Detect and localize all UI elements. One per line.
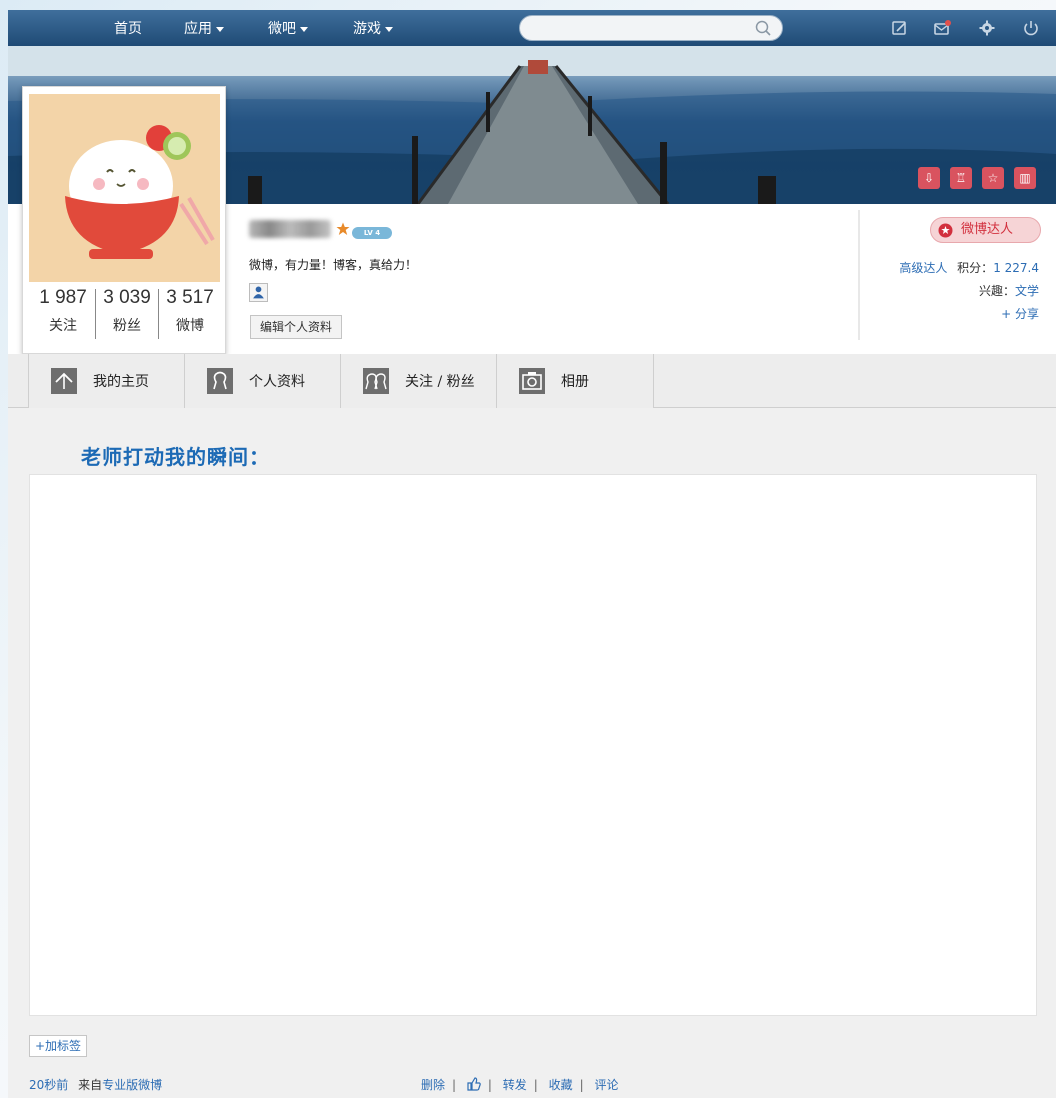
rank-link[interactable]: 高级达人	[899, 261, 947, 275]
tab-profile[interactable]: 个人资料	[184, 354, 340, 408]
search-box	[519, 15, 783, 41]
award-icon	[938, 223, 953, 238]
chevron-down-icon	[385, 26, 393, 32]
post-content-box	[29, 474, 1037, 1016]
post-meta: 20秒前 来自专业版微博	[29, 1076, 162, 1093]
settings-icon[interactable]	[978, 19, 996, 37]
chevron-down-icon	[300, 26, 308, 32]
divider: |	[579, 1078, 584, 1092]
star-icon	[336, 222, 350, 235]
download-icon[interactable]: ⇩	[918, 167, 940, 189]
divider	[858, 210, 860, 340]
add-tag-button[interactable]: +加标签	[29, 1035, 88, 1057]
follow-icon	[363, 368, 389, 394]
bio-text: 微博，有力量！博客，真给力！	[249, 258, 418, 272]
username[interactable]	[249, 220, 331, 238]
nav-item-label: 应用	[184, 21, 212, 37]
points-label: 积分：	[957, 261, 994, 275]
avatar-card: 1 987 3 039 3 517 关注 粉丝 微博	[22, 86, 226, 354]
comment-link[interactable]: 评论	[595, 1078, 619, 1092]
stat-posts-count[interactable]: 3 517	[159, 287, 221, 309]
level-badge: LV 4	[352, 227, 392, 239]
divider: |	[452, 1078, 457, 1092]
tab-follow-fans[interactable]: 关注 / 粉丝	[340, 354, 496, 408]
home-icon	[51, 368, 77, 394]
share-link[interactable]: + 分享	[1001, 305, 1039, 322]
messages-icon[interactable]	[934, 19, 952, 37]
stat-followers-label[interactable]: 粉丝	[96, 315, 158, 335]
delete-link[interactable]: 删除	[421, 1078, 445, 1092]
nav-item-label: 首页	[114, 21, 142, 37]
profile-icon	[207, 368, 233, 394]
search-input[interactable]	[532, 19, 752, 37]
source-link[interactable]: 专业版微博	[102, 1078, 162, 1092]
nav-item-label: 游戏	[353, 21, 381, 37]
tab-home[interactable]: 我的主页	[28, 354, 184, 408]
star-badge-icon[interactable]: ☆	[982, 167, 1004, 189]
tab-label: 个人资料	[249, 374, 305, 390]
interest-label: 兴趣：	[978, 284, 1015, 298]
search-icon[interactable]	[754, 19, 772, 37]
favorite-link[interactable]: 收藏	[549, 1078, 573, 1092]
vip-badge[interactable]: 微博达人	[930, 217, 1041, 243]
tab-label: 我的主页	[93, 374, 149, 390]
medal-icon[interactable]: ♖	[950, 167, 972, 189]
vip-badge-label: 微博达人	[961, 222, 1014, 237]
top-nav-bar: 首页 应用 微吧 游戏	[8, 10, 1056, 46]
post-actions: 删除 | | 转发 | 收藏 | 评论	[421, 1076, 619, 1093]
tab-album[interactable]: 相册	[496, 354, 654, 408]
rank-points-line: 高级达人 积分：1 227.4	[899, 259, 1039, 276]
divider: |	[533, 1078, 538, 1092]
nav-item-games[interactable]: 游戏	[353, 10, 393, 46]
repost-link[interactable]: 转发	[503, 1078, 527, 1092]
chevron-down-icon	[216, 26, 224, 32]
edit-icon[interactable]	[891, 19, 909, 37]
post-time-link[interactable]: 20秒前	[29, 1078, 68, 1092]
nav-item-home[interactable]: 首页	[114, 10, 142, 46]
nav-item-label: 微吧	[268, 21, 296, 37]
person-icon[interactable]	[249, 283, 268, 302]
like-icon[interactable]	[467, 1077, 481, 1091]
power-icon[interactable]	[1022, 19, 1040, 37]
from-prefix: 来自	[78, 1078, 103, 1092]
rice-bowl-avatar-image	[65, 125, 215, 259]
avatar[interactable]	[29, 94, 220, 282]
nav-item-apps[interactable]: 应用	[184, 10, 224, 46]
edit-profile-button[interactable]: 编辑个人资料	[250, 315, 343, 339]
stat-following-label[interactable]: 关注	[31, 315, 95, 335]
tab-label: 相册	[561, 374, 589, 390]
divider: |	[487, 1078, 492, 1092]
stat-posts-label[interactable]: 微博	[159, 315, 221, 335]
tab-label: 关注 / 粉丝	[405, 374, 475, 390]
interest-link[interactable]: 文学	[1015, 284, 1039, 298]
camera-icon	[519, 368, 545, 394]
nav-item-weiba[interactable]: 微吧	[268, 10, 308, 46]
post-heading: 老师打动我的瞬间：	[81, 445, 270, 469]
stats-icon[interactable]: ▥	[1014, 167, 1036, 189]
stat-following-count[interactable]: 1 987	[31, 287, 95, 309]
interest-line: 兴趣：文学	[979, 282, 1039, 299]
stat-followers-count[interactable]: 3 039	[96, 287, 158, 309]
points-value: 1 227.4	[993, 261, 1039, 275]
